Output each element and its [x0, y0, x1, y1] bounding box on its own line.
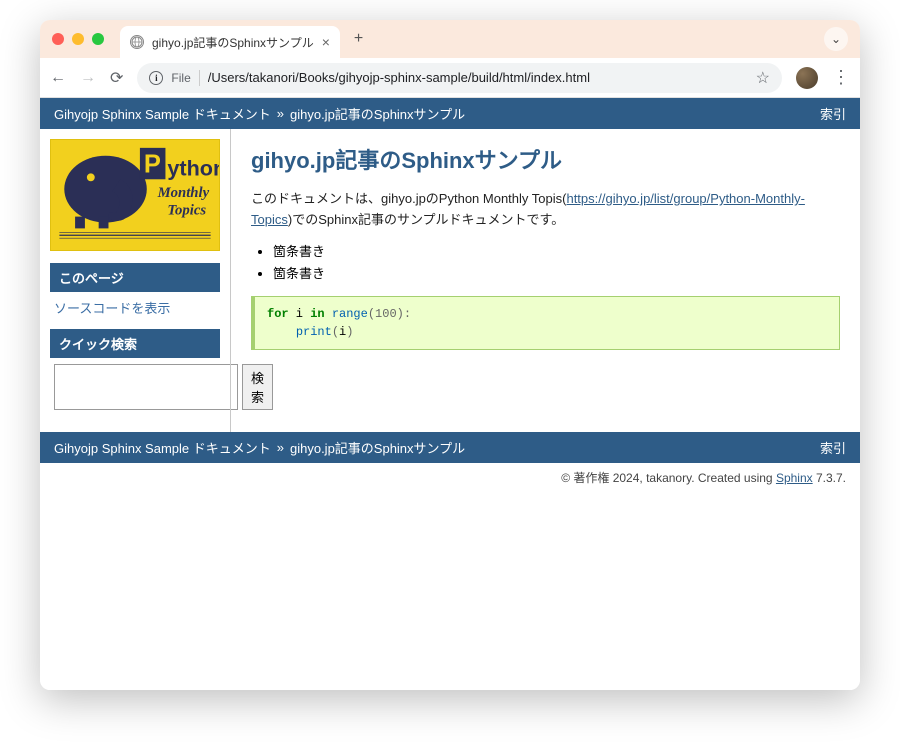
globe-icon	[130, 35, 144, 49]
breadcrumb-separator: »	[277, 106, 284, 121]
sidebar-quicksearch-body: 検索	[50, 358, 220, 422]
svg-text:Monthly: Monthly	[157, 185, 210, 201]
back-button[interactable]: ←	[50, 69, 66, 87]
info-icon[interactable]: i	[149, 71, 163, 85]
footer-copyright: © 著作権 2024, takanory. Created using	[561, 471, 776, 485]
url-scheme: File	[171, 71, 190, 85]
page-title: gihyo.jp記事のSphinxサンプル	[251, 143, 840, 175]
sidebar-thispage-title: このページ	[50, 263, 220, 292]
traffic-lights	[52, 33, 104, 45]
svg-text:P: P	[144, 150, 161, 178]
address-bar: ← → ⟳ i File /Users/takanori/Books/gihyo…	[40, 58, 860, 98]
code-op: )	[346, 325, 353, 339]
code-op: (	[368, 307, 375, 321]
breadcrumb-separator: »	[277, 440, 284, 455]
bullets-list: 箇条書き 箇条書き	[273, 241, 840, 282]
maximize-window-button[interactable]	[92, 33, 104, 45]
intro-paragraph: このドキュメントは、gihyo.jpのPython Monthly Topis(…	[251, 189, 840, 231]
code-func: range	[325, 307, 368, 321]
sphinx-link[interactable]: Sphinx	[776, 471, 813, 485]
bookmark-star-icon[interactable]: ☆	[756, 68, 770, 88]
code-op: ):	[397, 307, 411, 321]
breadcrumb-top: Gihyojp Sphinx Sample ドキュメント » gihyo.jp記…	[40, 98, 860, 129]
reload-button[interactable]: ⟳	[110, 68, 123, 88]
code-block: for i in range(100): print(i)	[251, 296, 840, 350]
breadcrumb-current-link[interactable]: gihyo.jp記事のSphinxサンプル	[290, 104, 465, 123]
intro-post: )でのSphinx記事のサンプルドキュメントです。	[288, 212, 564, 227]
code-op: (	[332, 325, 339, 339]
code-keyword: for	[267, 307, 289, 321]
index-link[interactable]: 索引	[820, 438, 846, 457]
sidebar: P ython Monthly Topics このページ ソースコードを表示 ク…	[40, 129, 230, 432]
minimize-window-button[interactable]	[72, 33, 84, 45]
forward-button[interactable]: →	[80, 69, 96, 87]
tab-bar: gihyo.jp記事のSphinxサンプル × + ⌄	[40, 20, 860, 58]
index-link[interactable]: 索引	[820, 104, 846, 123]
doc-body: P ython Monthly Topics このページ ソースコードを表示 ク…	[40, 129, 860, 432]
breadcrumb-home-link[interactable]: Gihyojp Sphinx Sample ドキュメント	[54, 104, 271, 123]
footer: © 著作権 2024, takanory. Created using Sphi…	[40, 463, 860, 492]
breadcrumb-current-link[interactable]: gihyo.jp記事のSphinxサンプル	[290, 438, 465, 457]
breadcrumb-home-link[interactable]: Gihyojp Sphinx Sample ドキュメント	[54, 438, 271, 457]
main-content: gihyo.jp記事のSphinxサンプル このドキュメントは、gihyo.jp…	[230, 129, 860, 432]
browser-window: gihyo.jp記事のSphinxサンプル × + ⌄ ← → ⟳ i File…	[40, 20, 860, 690]
sidebar-quicksearch-title: クイック検索	[50, 329, 220, 358]
show-source-link[interactable]: ソースコードを表示	[54, 301, 170, 316]
url-text: /Users/takanori/Books/gihyojp-sphinx-sam…	[208, 70, 748, 85]
code-keyword: in	[310, 307, 324, 321]
kebab-menu-icon[interactable]: ⋮	[832, 67, 850, 88]
close-tab-icon[interactable]: ×	[322, 34, 330, 50]
chevron-down-icon[interactable]: ⌄	[824, 27, 848, 51]
list-item: 箇条書き	[273, 263, 840, 282]
browser-tab[interactable]: gihyo.jp記事のSphinxサンプル ×	[120, 26, 340, 58]
code-var: i	[289, 307, 311, 321]
list-item: 箇条書き	[273, 241, 840, 260]
logo[interactable]: P ython Monthly Topics	[50, 139, 220, 251]
sidebar-thispage-body: ソースコードを表示	[50, 292, 220, 329]
intro-pre: このドキュメントは、gihyo.jpのPython Monthly Topis(	[251, 191, 566, 206]
close-window-button[interactable]	[52, 33, 64, 45]
new-tab-button[interactable]: +	[354, 30, 363, 48]
code-func: print	[296, 325, 332, 339]
breadcrumb-bottom: Gihyojp Sphinx Sample ドキュメント » gihyo.jp記…	[40, 432, 860, 463]
search-input[interactable]	[54, 364, 238, 410]
footer-version: 7.3.7.	[813, 471, 846, 485]
url-box[interactable]: i File /Users/takanori/Books/gihyojp-sph…	[137, 63, 782, 93]
page-content: Gihyojp Sphinx Sample ドキュメント » gihyo.jp記…	[40, 98, 860, 690]
tab-title: gihyo.jp記事のSphinxサンプル	[152, 34, 314, 51]
svg-text:ython: ython	[167, 155, 219, 180]
svg-text:Topics: Topics	[167, 203, 206, 219]
code-indent	[267, 325, 296, 339]
code-num: 100	[375, 307, 397, 321]
profile-avatar[interactable]	[796, 67, 818, 89]
url-divider	[199, 70, 200, 86]
